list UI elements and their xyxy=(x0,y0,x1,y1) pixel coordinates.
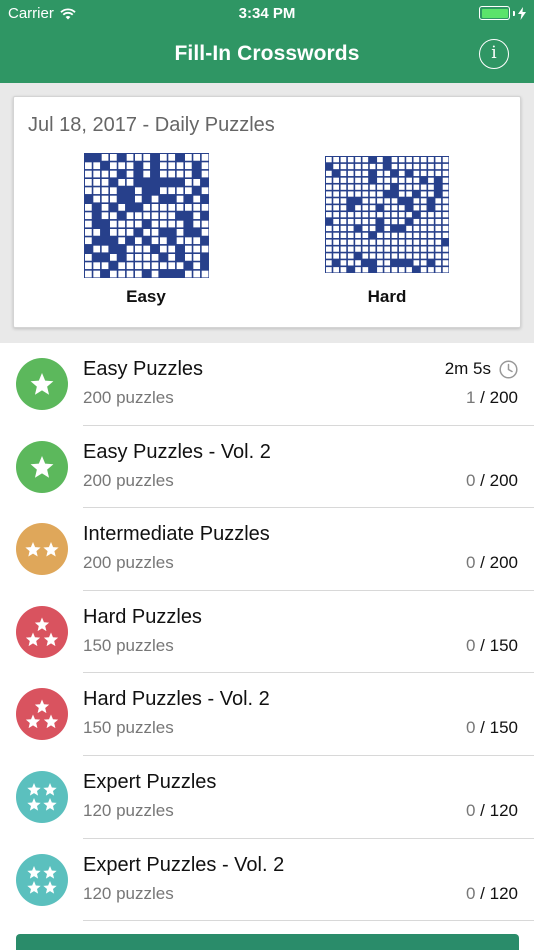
progress-count: 0 / 120 xyxy=(466,884,518,904)
total-count: / 120 xyxy=(475,800,518,820)
difficulty-badge xyxy=(16,358,68,410)
progress-count: 0 / 120 xyxy=(466,801,518,821)
nav-header: Carrier 3:34 PM Fill-In Crosswords i xyxy=(0,0,534,83)
difficulty-badge xyxy=(16,605,68,658)
collection-row[interactable]: Intermediate Puzzles 200 puzzles 0 / 200 xyxy=(0,508,534,591)
bottom-action-bar[interactable] xyxy=(16,934,519,950)
star-icon xyxy=(30,455,54,478)
battery-icon xyxy=(479,6,526,20)
daily-puzzles-card: Jul 18, 2017 - Daily Puzzles Easy Hard xyxy=(13,96,521,328)
collection-row[interactable]: Hard Puzzles - Vol. 2 150 puzzles 0 / 15… xyxy=(0,673,534,756)
best-time-value: 2m 5s xyxy=(444,359,491,378)
collection-count: 150 puzzles xyxy=(83,718,174,738)
collection-row[interactable]: Expert Puzzles - Vol. 2 120 puzzles 0 / … xyxy=(0,839,534,922)
clock-icon xyxy=(499,359,518,379)
four-stars-icon xyxy=(27,865,57,894)
collection-count: 200 puzzles xyxy=(83,470,174,490)
status-time: 3:34 PM xyxy=(238,5,296,22)
best-time: 2m 5s xyxy=(445,359,518,379)
page-title: Fill-In Crosswords xyxy=(174,42,360,65)
progress-count: 0 / 150 xyxy=(466,718,518,738)
progress-count: 0 / 200 xyxy=(466,471,518,491)
collection-row[interactable]: Easy Puzzles 200 puzzles 1 / 200 2m 5s xyxy=(0,343,534,426)
progress-count: 0 / 150 xyxy=(466,636,518,656)
total-count: / 200 xyxy=(475,470,518,490)
total-count: / 200 xyxy=(475,553,518,573)
difficulty-badge xyxy=(16,688,68,741)
total-count: / 200 xyxy=(475,388,518,407)
collection-count: 120 puzzles xyxy=(83,883,174,903)
collection-count: 120 puzzles xyxy=(83,800,174,820)
charging-bolt-icon xyxy=(518,6,526,20)
daily-easy-puzzle[interactable] xyxy=(84,153,209,278)
collection-row[interactable]: Expert Puzzles 120 puzzles 0 / 120 xyxy=(0,756,534,839)
collection-title: Expert Puzzles - Vol. 2 xyxy=(83,853,285,876)
collection-row[interactable]: Easy Puzzles - Vol. 2 200 puzzles 0 / 20… xyxy=(0,426,534,509)
info-button[interactable]: i xyxy=(479,39,509,69)
difficulty-badge xyxy=(16,770,68,823)
star-icon xyxy=(30,373,54,395)
info-icon: i xyxy=(491,43,497,63)
difficulty-badge xyxy=(16,853,68,906)
daily-title: Jul 18, 2017 - Daily Puzzles xyxy=(28,114,275,136)
collection-count: 200 puzzles xyxy=(83,553,174,573)
collection-count: 150 puzzles xyxy=(83,635,174,655)
collection-title: Easy Puzzles xyxy=(83,358,204,380)
collection-title: Hard Puzzles - Vol. 2 xyxy=(83,688,270,711)
daily-easy-label: Easy xyxy=(126,287,166,306)
difficulty-badge xyxy=(16,523,68,576)
two-stars-icon xyxy=(25,542,59,557)
total-count: / 120 xyxy=(475,883,518,903)
collection-row[interactable]: Hard Puzzles 150 puzzles 0 / 150 xyxy=(0,591,534,674)
collection-title: Intermediate Puzzles xyxy=(83,523,270,546)
three-stars-icon xyxy=(25,617,59,646)
collections-list: Easy Puzzles 200 puzzles 1 / 200 2m 5s E… xyxy=(0,343,534,922)
easy-grid-thumbnail xyxy=(84,153,209,278)
row-divider xyxy=(83,920,534,922)
three-stars-icon xyxy=(25,699,59,729)
daily-hard-label: Hard xyxy=(367,287,407,306)
four-stars-icon xyxy=(27,782,57,811)
hard-grid-thumbnail xyxy=(325,156,449,273)
total-count: / 150 xyxy=(475,635,518,655)
daily-hard-puzzle[interactable] xyxy=(325,156,449,273)
daily-section: Jul 18, 2017 - Daily Puzzles Easy Hard xyxy=(0,83,534,343)
collection-title: Hard Puzzles xyxy=(83,605,202,628)
collection-title: Expert Puzzles xyxy=(83,770,217,793)
collection-count: 200 puzzles xyxy=(83,388,174,407)
collection-title: Easy Puzzles - Vol. 2 xyxy=(83,440,271,463)
total-count: / 150 xyxy=(475,718,518,738)
progress-count: 0 / 200 xyxy=(466,553,518,573)
status-bar: Carrier 3:34 PM xyxy=(0,0,534,28)
difficulty-badge xyxy=(16,440,68,493)
progress-count: 1 / 200 xyxy=(466,388,518,408)
